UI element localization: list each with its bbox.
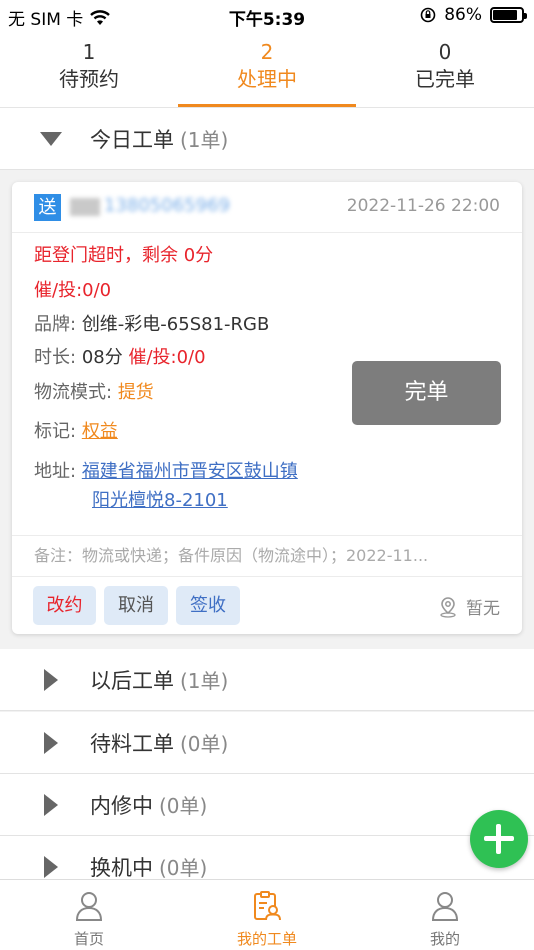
nav-home[interactable]: 首页 xyxy=(0,880,178,950)
bottom-nav: 首页 我的工单 我的 xyxy=(0,879,534,950)
section-internal-repair[interactable]: 内修中 (0单) xyxy=(0,774,534,836)
expand-arrow-icon xyxy=(44,793,58,816)
person-icon xyxy=(75,892,103,921)
section-title: 待料工单 xyxy=(90,731,174,756)
expand-arrow-icon xyxy=(44,731,58,754)
tab-count: 2 xyxy=(260,40,274,64)
expand-arrow-icon xyxy=(44,855,58,878)
finish-order-button[interactable]: 完单 xyxy=(352,361,501,425)
section-title: 以后工单 xyxy=(90,668,174,693)
collapse-arrow-icon xyxy=(40,131,62,146)
tab-count: 1 xyxy=(82,40,96,64)
work-order-card: 送 13805065969 2022-11-26 22:00 距登门超时，剩余 … xyxy=(12,182,522,634)
expand-arrow-icon xyxy=(44,668,58,691)
person-icon xyxy=(431,892,459,921)
status-bar: 无 SIM 卡 下午5:39 86% xyxy=(0,0,534,32)
status-tabs: 1 待预约 2 处理中 0 已完单 xyxy=(0,32,534,108)
reschedule-button[interactable]: 改约 xyxy=(33,586,96,625)
mark-link[interactable]: 权益 xyxy=(82,421,118,442)
nav-label: 首页 xyxy=(73,930,104,948)
orientation-lock-icon xyxy=(420,7,436,23)
work-order-icon xyxy=(254,891,281,921)
address-link-line1[interactable]: 福建省福州市晋安区鼓山镇 xyxy=(82,461,298,482)
card-header: 送 13805065969 2022-11-26 22:00 xyxy=(12,182,522,233)
status-right: 86% xyxy=(420,5,527,25)
section-count: (0单) xyxy=(159,856,208,880)
section-count: (1单) xyxy=(180,669,229,693)
card-actions: 改约 取消 签收 暂无 xyxy=(12,577,522,633)
add-order-button[interactable] xyxy=(470,810,528,868)
order-note: 备注：物流或快递；备件原因（物流途中）；2022-11... xyxy=(12,535,522,577)
section-today[interactable]: 今日工单 (1单) xyxy=(0,108,534,170)
tab-label: 处理中 xyxy=(237,67,297,91)
address-label: 地址: xyxy=(34,461,77,482)
order-type-badge: 送 xyxy=(34,194,61,221)
battery-icon xyxy=(490,7,527,23)
nav-mine[interactable]: 我的 xyxy=(356,880,534,950)
tab-label: 待预约 xyxy=(59,67,119,91)
tab-processing[interactable]: 2 处理中 xyxy=(178,32,356,107)
nav-my-orders[interactable]: 我的工单 xyxy=(178,880,356,950)
sign-button[interactable]: 签收 xyxy=(176,586,240,625)
mark-label: 标记: xyxy=(34,421,77,442)
tab-completed[interactable]: 0 已完单 xyxy=(356,32,534,107)
location-text: 暂无 xyxy=(466,599,500,619)
tab-label: 已完单 xyxy=(415,67,475,91)
duration-label: 时长: xyxy=(34,347,77,368)
card-body: 距登门超时，剩余 0分 催/投:0/0 品牌: 创维-彩电-65S81-RGB … xyxy=(12,233,522,535)
section-title: 今日工单 xyxy=(90,127,174,152)
brand-row: 品牌: 创维-彩电-65S81-RGB xyxy=(34,310,269,336)
duration-row: 时长: 08分 催/投:0/0 xyxy=(34,343,206,369)
logistics-row: 物流模式: 提货 xyxy=(34,378,154,404)
section-later[interactable]: 以后工单 (1单) xyxy=(0,649,534,711)
battery-percent: 86% xyxy=(444,5,482,25)
battery-level xyxy=(493,10,518,20)
location-pin-icon xyxy=(440,596,456,618)
urge-complaint-count: 催/投:0/0 xyxy=(34,280,112,301)
tab-pending-appointment[interactable]: 1 待预约 xyxy=(0,32,178,107)
address-row: 地址: 福建省福州市晋安区鼓山镇 xyxy=(34,457,298,483)
tab-count: 0 xyxy=(438,40,452,64)
overtime-warning: 距登门超时，剩余 0分 xyxy=(34,245,214,266)
address-row-2: 阳光檀悦8-2101 xyxy=(92,486,228,512)
cancel-button[interactable]: 取消 xyxy=(104,586,168,625)
section-count: (0单) xyxy=(180,732,229,756)
brand-value: 创维-彩电-65S81-RGB xyxy=(81,314,270,335)
section-count: (1单) xyxy=(180,128,229,152)
mark-row: 标记: 权益 xyxy=(34,417,118,443)
duration-value: 08分 xyxy=(81,347,123,368)
address-link-line2[interactable]: 阳光檀悦8-2101 xyxy=(92,490,228,511)
logistics-value: 提货 xyxy=(117,382,154,403)
nav-label: 我的工单 xyxy=(236,930,297,948)
appointment-date: 2022-11-26 22:00 xyxy=(346,196,500,216)
logistics-label: 物流模式: xyxy=(34,382,113,403)
section-title: 换机中 xyxy=(90,855,153,880)
section-title: 内修中 xyxy=(90,793,153,818)
location-status[interactable]: 暂无 xyxy=(438,594,500,619)
brand-label: 品牌: xyxy=(34,314,77,335)
section-count: (0单) xyxy=(159,794,208,818)
nav-label: 我的 xyxy=(429,930,460,948)
customer-phone-link[interactable]: 13805065969 xyxy=(104,195,230,216)
duration-urge: 催/投:0/0 xyxy=(128,347,206,368)
customer-name-redacted xyxy=(70,198,100,216)
section-pending-parts[interactable]: 待料工单 (0单) xyxy=(0,712,534,774)
